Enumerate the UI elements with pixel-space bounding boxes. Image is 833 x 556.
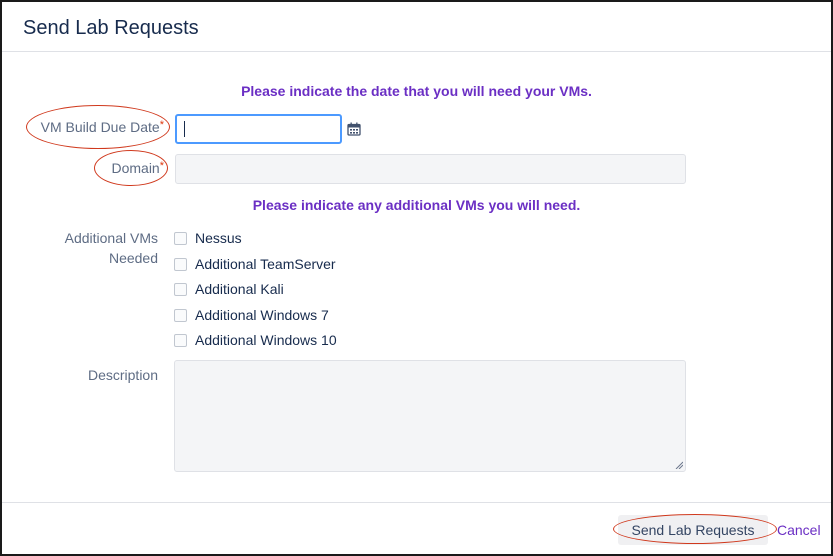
due-date-label-text: VM Build Due Date bbox=[40, 119, 160, 135]
checkbox-label: Additional TeamServer bbox=[195, 256, 336, 272]
checkbox-option-windows-10[interactable]: Additional Windows 10 bbox=[174, 330, 337, 350]
additional-vms-label: Additional VMs Needed bbox=[22, 228, 158, 268]
date-instruction: Please indicate the date that you will n… bbox=[241, 83, 592, 99]
additional-vms-label-line1: Additional VMs bbox=[64, 230, 158, 246]
checkbox[interactable] bbox=[174, 257, 187, 271]
due-date-label: VM Build Due Date* bbox=[22, 117, 164, 137]
checkbox[interactable] bbox=[174, 333, 187, 347]
checkbox[interactable] bbox=[174, 308, 187, 322]
calendar-icon[interactable] bbox=[347, 122, 361, 136]
resize-grip-icon[interactable] bbox=[675, 461, 683, 469]
due-date-input[interactable] bbox=[175, 114, 342, 144]
checkbox-label: Additional Windows 7 bbox=[195, 307, 329, 323]
checkbox-option-nessus[interactable]: Nessus bbox=[174, 228, 242, 248]
description-textarea[interactable] bbox=[174, 360, 686, 472]
checkbox-label: Additional Kali bbox=[195, 281, 284, 297]
dialog-title: Send Lab Requests bbox=[23, 17, 199, 39]
checkbox-option-teamserver[interactable]: Additional TeamServer bbox=[174, 254, 336, 274]
checkbox[interactable] bbox=[174, 282, 187, 296]
checkbox-label: Additional Windows 10 bbox=[195, 332, 337, 348]
description-label: Description bbox=[87, 367, 158, 383]
send-lab-requests-dialog: Send Lab Requests Please indicate the da… bbox=[0, 0, 833, 556]
cancel-link[interactable]: Cancel bbox=[777, 522, 821, 538]
checkbox[interactable] bbox=[174, 231, 187, 245]
domain-label: Domain* bbox=[22, 158, 164, 178]
additional-vms-label-line2: Needed bbox=[108, 250, 158, 266]
checkbox-option-kali[interactable]: Additional Kali bbox=[174, 279, 284, 299]
checkbox-label: Nessus bbox=[195, 230, 242, 246]
domain-label-text: Domain bbox=[111, 160, 160, 176]
due-date-required-mark: * bbox=[159, 119, 164, 131]
domain-input[interactable] bbox=[175, 154, 686, 184]
text-caret bbox=[184, 121, 185, 137]
dialog-header: Send Lab Requests bbox=[2, 2, 831, 52]
send-lab-requests-button[interactable]: Send Lab Requests bbox=[618, 515, 768, 545]
domain-required-mark: * bbox=[159, 160, 164, 172]
vms-instruction: Please indicate any additional VMs you w… bbox=[252, 197, 581, 213]
checkbox-option-windows-7[interactable]: Additional Windows 7 bbox=[174, 305, 329, 325]
